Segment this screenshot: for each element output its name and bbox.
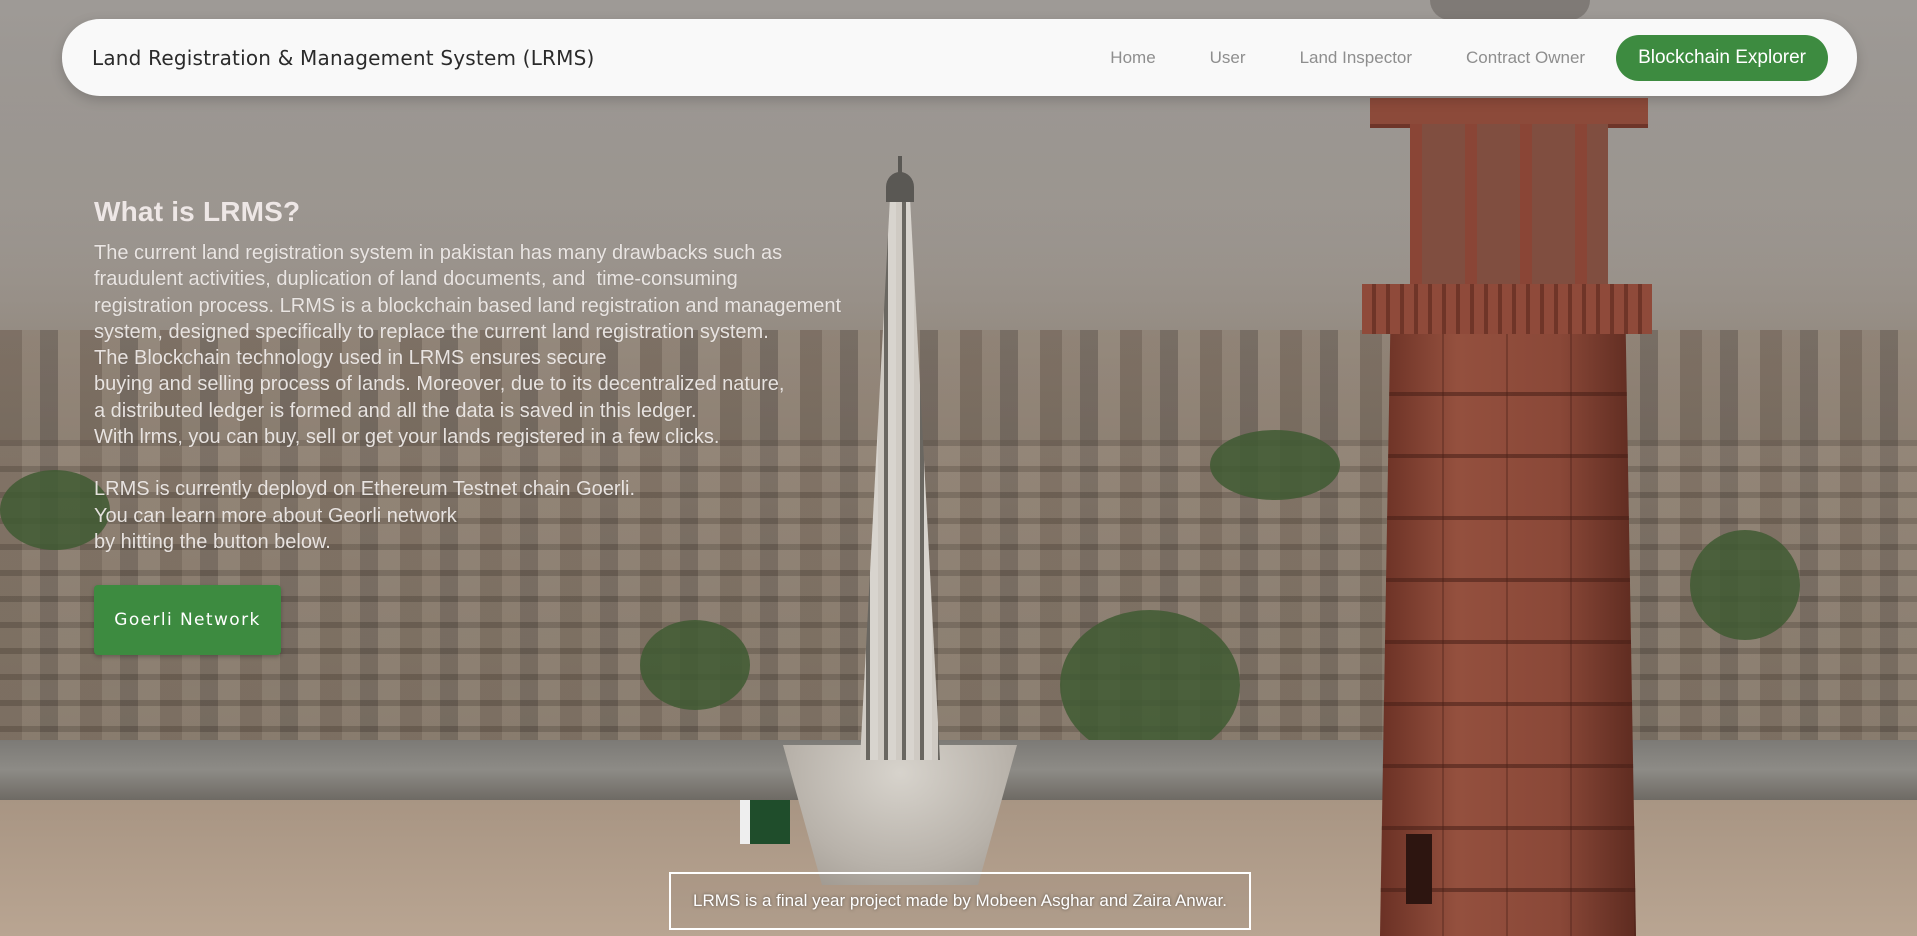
flag [740, 800, 790, 844]
navbar: Land Registration & Management System (L… [62, 19, 1857, 96]
hero-title: What is LRMS? [94, 196, 301, 227]
nav-link-contract-owner[interactable]: Contract Owner [1439, 48, 1612, 68]
nav-link-land-inspector[interactable]: Land Inspector [1273, 48, 1439, 68]
description-line: The Blockchain technology used in LRMS e… [94, 347, 607, 370]
description-line: fraudulent activities, duplication of la… [94, 268, 738, 291]
description-line: buying and selling process of lands. Mor… [94, 373, 785, 396]
description-line: With lrms, you can buy, sell or get your… [94, 426, 720, 449]
blockchain-explorer-button[interactable]: Blockchain Explorer [1616, 34, 1828, 81]
description-line: registration process. LRMS is a blockcha… [94, 294, 842, 317]
tree [1060, 610, 1240, 760]
description-line: The current land registration system in … [94, 242, 783, 264]
project-credit-banner: LRMS is a final year project made by Mob… [669, 872, 1251, 930]
network-info-line: by hitting the button below. [94, 530, 331, 553]
tree [1690, 530, 1800, 640]
goerli-network-button[interactable]: Goerli Network [94, 585, 281, 655]
hero-section: What is LRMS? The current land registrat… [94, 196, 994, 555]
tower-pavilion [1410, 124, 1608, 284]
network-info-line: You can learn more about Georli network [94, 504, 457, 527]
page: Land Registration & Management System (L… [0, 0, 1917, 936]
tower-cap [1430, 0, 1590, 20]
tower-balcony [1362, 284, 1652, 334]
network-info-line: LRMS is currently deployd on Ethereum Te… [94, 478, 636, 501]
tree [640, 620, 750, 710]
minar-spire [898, 156, 902, 176]
nav-link-user[interactable]: User [1183, 48, 1273, 68]
description-line: system, designed specifically to replace… [94, 320, 769, 343]
description-line: a distributed ledger is formed and all t… [94, 399, 697, 422]
nav-link-home[interactable]: Home [1083, 48, 1182, 68]
tower-door [1406, 834, 1432, 904]
nav-links: Home User Land Inspector Contract Owner … [1083, 34, 1828, 81]
tree [1210, 430, 1340, 500]
hero-description: The current land registration system in … [94, 240, 994, 555]
brand-title[interactable]: Land Registration & Management System (L… [92, 46, 594, 70]
